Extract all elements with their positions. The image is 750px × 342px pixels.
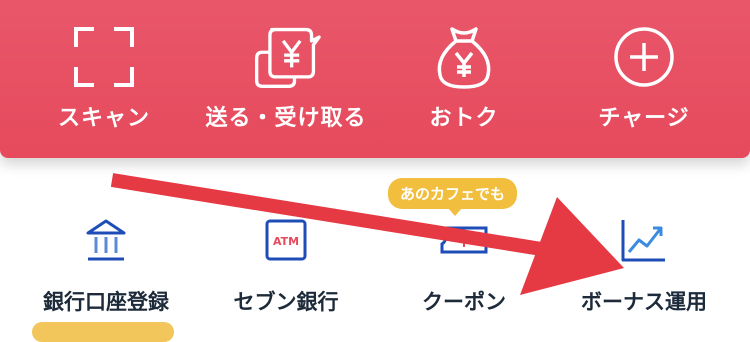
annotation-arrow bbox=[110, 173, 624, 295]
